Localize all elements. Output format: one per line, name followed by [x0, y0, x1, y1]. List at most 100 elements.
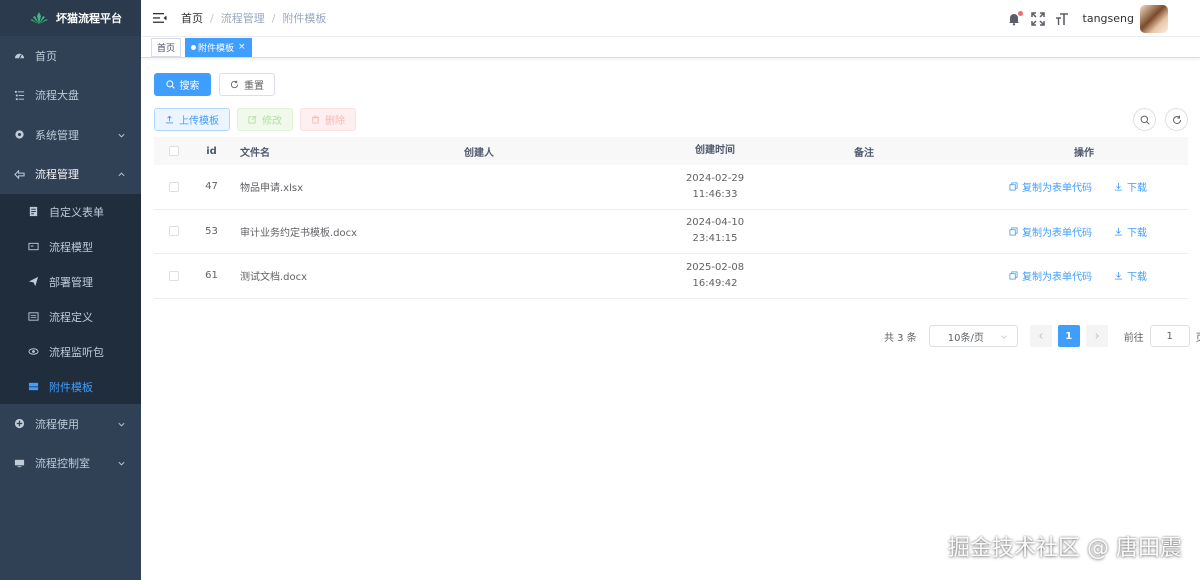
download-icon	[1114, 183, 1123, 191]
row-actions: 复制为表单代码 下载	[1009, 224, 1147, 239]
chevron-right-icon	[1095, 333, 1099, 339]
sidebar-item-custom-form[interactable]: 自定义表单	[0, 194, 141, 229]
download-button[interactable]: 下载	[1114, 268, 1147, 283]
font-size-icon[interactable]	[1055, 12, 1069, 26]
sidebar-item-system[interactable]: 系统管理	[0, 115, 141, 155]
sidebar-item-control-room[interactable]: 流程控制室	[0, 444, 141, 484]
sidebar-item-label: 流程模型	[49, 240, 93, 254]
sidebar-item-label: 流程监听包	[49, 345, 104, 359]
sidebar-item-process-model[interactable]: 流程模型	[0, 229, 141, 264]
chevron-down-icon	[118, 422, 125, 427]
dashboard-icon	[13, 50, 25, 62]
refresh-table-button[interactable]	[1165, 108, 1188, 131]
copy-form-code-label: 复制为表单代码	[1022, 227, 1092, 239]
sidebar-item-label: 自定义表单	[49, 205, 104, 219]
avatar[interactable]	[1140, 4, 1168, 33]
sidebar-item-process-use[interactable]: 流程使用	[0, 404, 141, 444]
row-filename: 物品申请.xlsx	[240, 183, 304, 195]
row-created-time: 2024-04-10 23:41:15	[674, 215, 756, 247]
pagination: 共 3 条 10条/页 1 前往 1 页	[884, 325, 1200, 347]
edit-icon	[248, 115, 257, 124]
column-header-created-time: 创建时间	[695, 145, 735, 156]
row-checkbox[interactable]	[169, 181, 179, 192]
row-filename: 测试文档.docx	[240, 272, 308, 284]
reset-button-label: 重置	[244, 81, 264, 92]
breadcrumb: 首页 / 流程管理 / 附件模板	[181, 10, 326, 26]
row-created-clock: 16:49:42	[692, 277, 738, 289]
row-id: 61	[205, 270, 218, 282]
upload-template-button[interactable]: 上传模板	[154, 108, 230, 131]
upload-icon	[165, 115, 174, 124]
tag-home[interactable]: 首页	[151, 37, 182, 57]
tag-attachment-template[interactable]: 附件模板 ×	[185, 37, 252, 57]
copy-form-code-button[interactable]: 复制为表单代码	[1009, 268, 1092, 283]
row-checkbox[interactable]	[169, 270, 179, 281]
prev-page-button[interactable]	[1029, 325, 1052, 347]
refresh-icon	[230, 80, 239, 89]
delete-button[interactable]: 删除	[300, 108, 356, 131]
gear-icon	[13, 129, 25, 141]
submenu-process-management: 自定义表单 流程模型 部署管理 流程定义 流程监听包 附件模板	[0, 194, 141, 404]
bell-icon[interactable]	[1007, 10, 1023, 26]
sidebar-item-process-management[interactable]: 流程管理	[0, 155, 141, 195]
sidebar-item-label: 部署管理	[49, 275, 93, 289]
copy-form-code-button[interactable]: 复制为表单代码	[1009, 224, 1092, 239]
copy-form-code-button[interactable]: 复制为表单代码	[1009, 179, 1092, 194]
monitor-icon	[13, 457, 25, 469]
download-button[interactable]: 下载	[1114, 224, 1147, 239]
select-all-checkbox[interactable]	[169, 146, 179, 156]
row-checkbox[interactable]	[169, 226, 179, 237]
row-created-clock: 11:46:33	[692, 188, 738, 200]
row-id: 53	[205, 225, 218, 237]
edit-button[interactable]: 修改	[237, 108, 293, 131]
page-suffix: 页	[1196, 329, 1200, 344]
main-content: 搜索 重置 上传模板 修改 删除 id 文件名 创建人 创建时间 备注 操作 4…	[141, 58, 1200, 580]
tag-label: 附件模板	[198, 43, 235, 54]
tags-view: 首页 附件模板 ×	[141, 37, 1200, 58]
table-row: 47 物品申请.xlsx 2024-02-29 11:46:33 复制为表单代码…	[154, 165, 1188, 210]
send-icon	[27, 276, 39, 288]
fullscreen-icon[interactable]	[1030, 11, 1045, 26]
refresh-icon	[1172, 115, 1181, 124]
logo[interactable]: 坏猫流程平台	[0, 0, 141, 36]
chevron-left-icon	[1038, 333, 1043, 339]
breadcrumb-home[interactable]: 首页	[181, 10, 203, 26]
chevron-down-icon	[118, 133, 125, 138]
download-label: 下载	[1127, 183, 1147, 195]
next-page-button[interactable]	[1085, 325, 1108, 347]
toggle-search-button[interactable]	[1133, 108, 1156, 131]
goto-page-input[interactable]: 1	[1149, 325, 1190, 347]
breadcrumb-process-management: 流程管理	[220, 12, 265, 25]
search-icon	[165, 80, 175, 89]
row-filename: 审计业务约定书模板.docx	[240, 227, 358, 239]
use-icon	[13, 418, 25, 430]
sidebar-item-label: 流程使用	[35, 417, 79, 431]
close-icon[interactable]: ×	[238, 42, 246, 52]
row-actions: 复制为表单代码 下载	[1009, 268, 1147, 283]
reset-button[interactable]: 重置	[219, 73, 275, 96]
template-table: id 文件名 创建人 创建时间 备注 操作 47 物品申请.xlsx 2024-…	[154, 137, 1188, 299]
sidebar-item-label: 首页	[35, 49, 57, 63]
sidebar-item-process-definition[interactable]: 流程定义	[0, 299, 141, 334]
page-size-select[interactable]: 10条/页	[928, 325, 1018, 347]
sidebar-item-attachment-template[interactable]: 附件模板	[0, 369, 141, 404]
copy-icon	[1009, 227, 1018, 236]
search-button[interactable]: 搜索	[154, 73, 211, 96]
breadcrumb-separator: /	[271, 11, 276, 25]
breadcrumb-current: 附件模板	[282, 12, 327, 25]
navbar: 首页 / 流程管理 / 附件模板 tangseng	[141, 0, 1200, 37]
search-icon	[1140, 115, 1150, 125]
notification-badge	[1017, 10, 1023, 16]
sidebar-item-listener[interactable]: 流程监听包	[0, 334, 141, 369]
sidebar-item-dashboard[interactable]: 流程大盘	[0, 76, 141, 116]
copy-icon	[1009, 271, 1018, 280]
download-button[interactable]: 下载	[1114, 179, 1147, 194]
sidebar-item-deploy[interactable]: 部署管理	[0, 264, 141, 299]
tag-label: 首页	[157, 43, 176, 54]
sidebar-item-home[interactable]: 首页	[0, 36, 141, 76]
delete-button-label: 删除	[325, 116, 345, 127]
username[interactable]: tangseng	[1083, 12, 1134, 25]
hamburger-icon[interactable]	[153, 12, 167, 24]
page-number-current[interactable]: 1	[1057, 325, 1080, 347]
edit-button-label: 修改	[262, 116, 282, 127]
